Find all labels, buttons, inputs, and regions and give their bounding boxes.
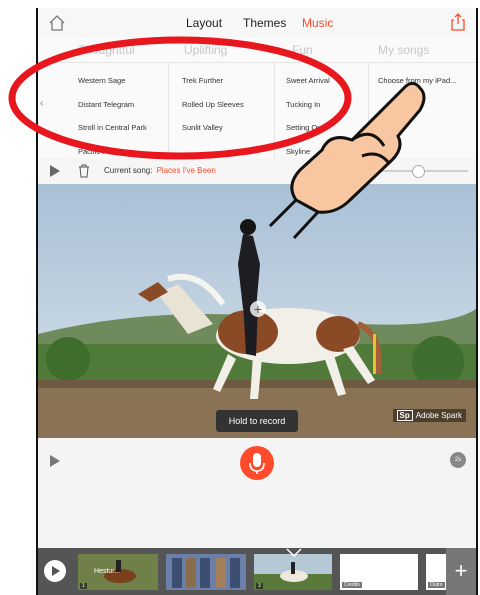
highlight-ellipse — [8, 36, 352, 160]
annotation-overlay — [8, 36, 426, 240]
